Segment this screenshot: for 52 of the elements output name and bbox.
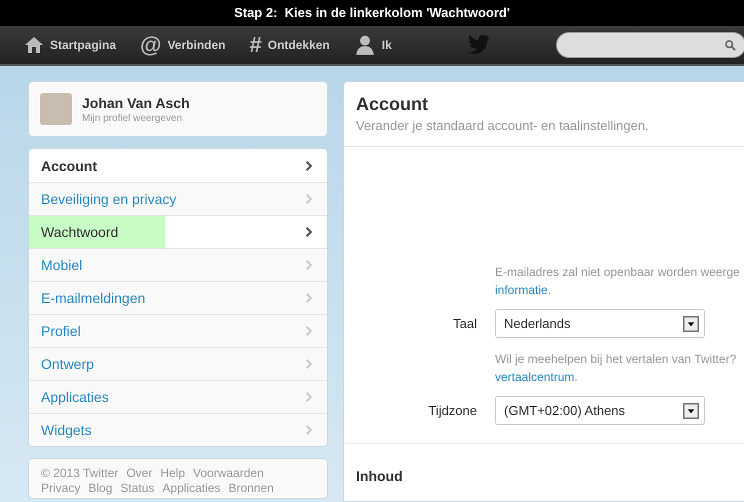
footer-link[interactable]: Privacy (41, 481, 80, 496)
chevron-icon (303, 258, 315, 272)
footer-link[interactable]: Status (120, 481, 154, 496)
chevron-icon (303, 158, 315, 172)
footer-link[interactable]: Applicaties (162, 481, 220, 496)
search-icon (724, 38, 737, 52)
footer-link[interactable]: Over (126, 466, 152, 481)
field-label: Taal (452, 316, 477, 331)
chevron-icon (303, 192, 315, 206)
caption-text: Stap 2: Kies in de linkerkolom 'Wachtwoord' (233, 4, 511, 22)
menu-item[interactable]: Applicaties (29, 380, 327, 413)
menu-item[interactable]: Mobiel (29, 248, 327, 281)
chevron-icon (303, 390, 315, 404)
hint-text: Wil je meehelpen bij het vertalen van Twitter? vertaalcentrum. (495, 351, 738, 386)
nav-link[interactable]: # Ontdekken (249, 30, 330, 60)
nav-link[interactable]: Ik (354, 30, 392, 60)
footer-link[interactable]: Voorwaarden (193, 466, 264, 481)
chevron-icon (303, 324, 315, 338)
menu-item[interactable]: Widgets (29, 413, 327, 446)
footer-link[interactable]: Bronnen (228, 481, 274, 496)
chevron-icon (303, 423, 315, 437)
panel-subtitle: Verander je standaard account- en taalinstellingen. (356, 118, 650, 133)
dropdown[interactable]: (GMT+02:00) Athens (495, 396, 705, 425)
avatar-photo (40, 93, 72, 125)
profile-link[interactable]: Mijn profiel weergeven (82, 112, 190, 124)
section-title: Inhoud (356, 468, 404, 484)
glyph-icon: @ (140, 34, 162, 56)
nav-link[interactable]: Startpagina (24, 30, 116, 60)
menu-item[interactable]: Profiel (29, 314, 327, 347)
search-field[interactable] (556, 32, 744, 58)
hint-text: E-mailadres zal niet openbaar worden weerge informatie. (495, 264, 741, 299)
menu-item[interactable]: E-mailmeldingen (29, 281, 327, 314)
glyph-icon: # (249, 34, 262, 56)
field-label: Tijdzone (427, 403, 477, 418)
profile-name: Johan Van Asch (82, 94, 190, 110)
chevron-icon (303, 225, 315, 239)
hint-link[interactable]: informatie (495, 283, 548, 297)
menu-item[interactable]: Wachtwoord (29, 215, 327, 248)
footer-link[interactable]: Help (160, 466, 186, 481)
person-icon (354, 34, 376, 56)
nav-link[interactable]: @ Verbinden (140, 30, 226, 60)
home-icon (24, 35, 44, 55)
bird-icon (466, 35, 490, 55)
copyright-text: © 2013 Twitter (41, 466, 118, 481)
menu-item[interactable]: Ontwerp (29, 347, 327, 380)
footer-link[interactable]: Blog (88, 481, 112, 496)
panel-title: Account (356, 94, 429, 115)
chevron-icon (303, 291, 315, 305)
menu-item[interactable]: Account (29, 149, 327, 182)
hint-link[interactable]: vertaalcentrum (495, 370, 574, 384)
dropdown[interactable]: Nederlands (495, 309, 705, 338)
chevron-icon (303, 357, 315, 371)
